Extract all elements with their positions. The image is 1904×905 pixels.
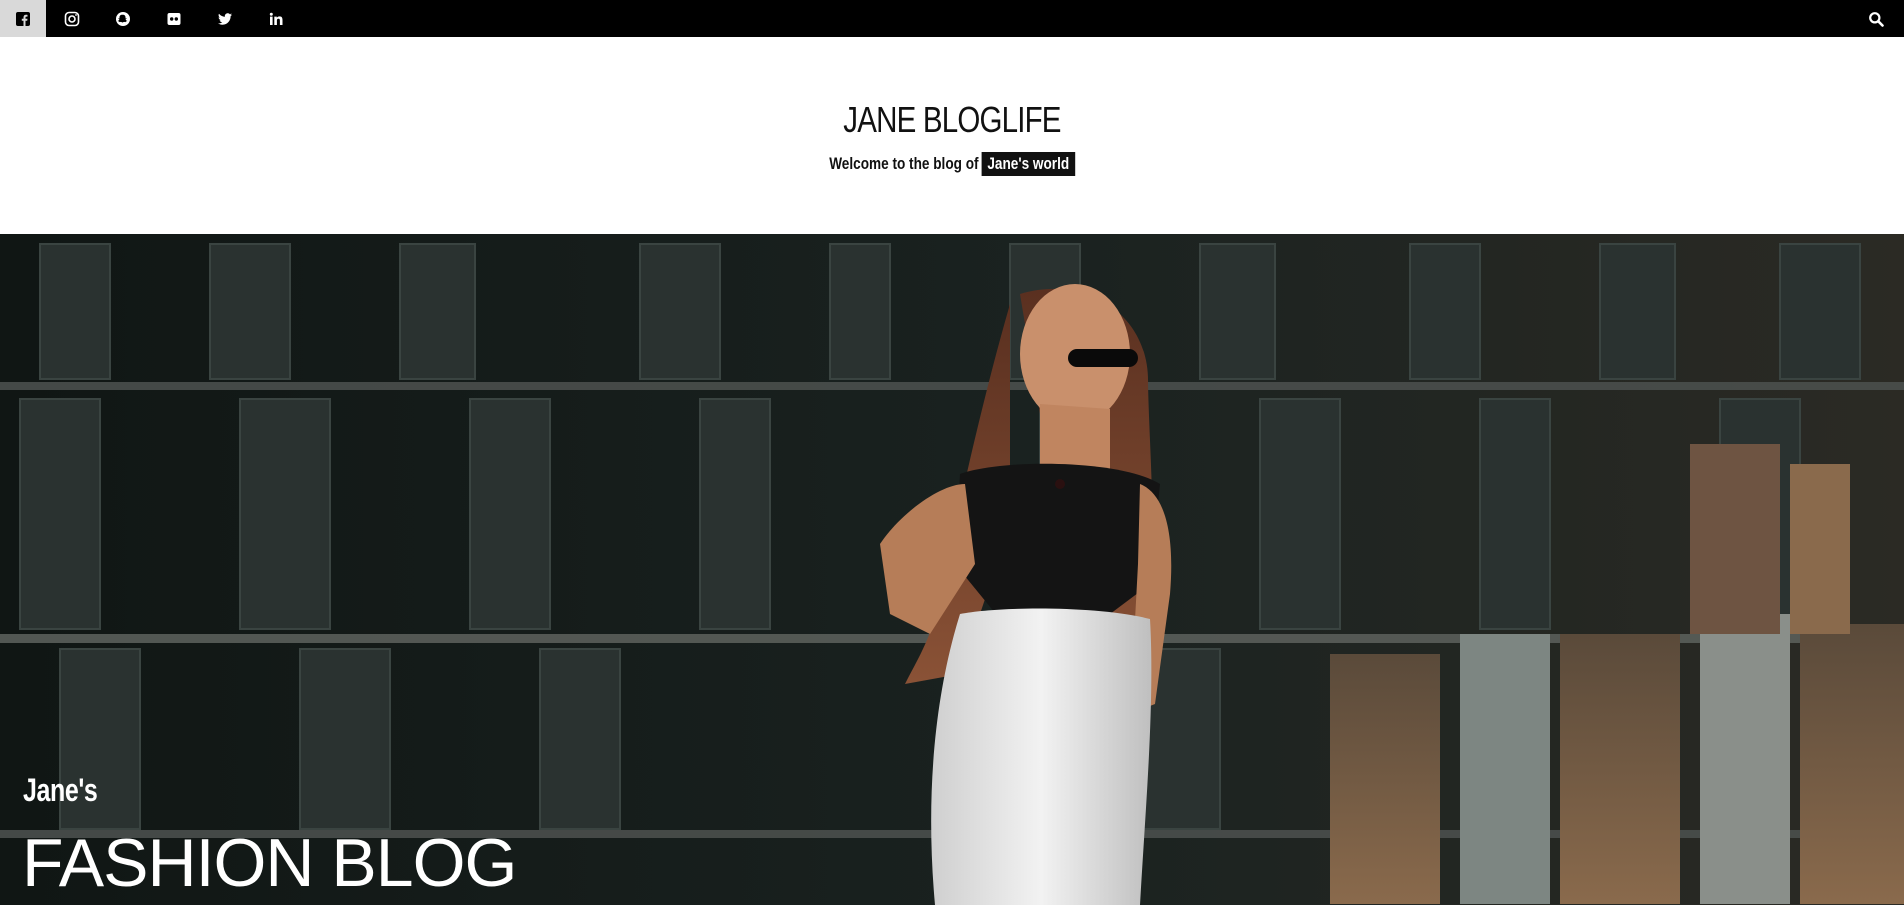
- hero-title: FASHION BLOG: [22, 825, 517, 901]
- hero-banner[interactable]: Jane's FASHION BLOG: [0, 234, 1904, 905]
- linkedin-link[interactable]: [250, 0, 301, 37]
- top-bar: [0, 0, 1904, 37]
- twitter-link[interactable]: [199, 0, 250, 37]
- tagline-highlight: Jane's world: [981, 152, 1075, 176]
- hero-image: [0, 234, 1904, 905]
- flickr-link[interactable]: [148, 0, 199, 37]
- tagline-text: Welcome to the blog of: [829, 154, 979, 173]
- snapchat-icon: [115, 11, 130, 26]
- facebook-link[interactable]: [0, 0, 46, 37]
- snapchat-link[interactable]: [97, 0, 148, 37]
- twitter-icon: [217, 12, 232, 25]
- site-tagline: Welcome to the blog of Jane's world: [190, 152, 1713, 176]
- linkedin-icon: [269, 12, 282, 25]
- search-icon: [1869, 11, 1884, 27]
- facebook-icon: [16, 11, 30, 26]
- social-links: [0, 0, 301, 37]
- instagram-link[interactable]: [46, 0, 97, 37]
- flickr-icon: [167, 12, 180, 25]
- search-button[interactable]: [1860, 0, 1892, 37]
- site-title[interactable]: JANE BLOGLIFE: [171, 99, 1732, 141]
- instagram-icon: [64, 11, 79, 26]
- hero-kicker: Jane's: [23, 772, 98, 808]
- site-header: JANE BLOGLIFE Welcome to the blog of Jan…: [0, 37, 1904, 234]
